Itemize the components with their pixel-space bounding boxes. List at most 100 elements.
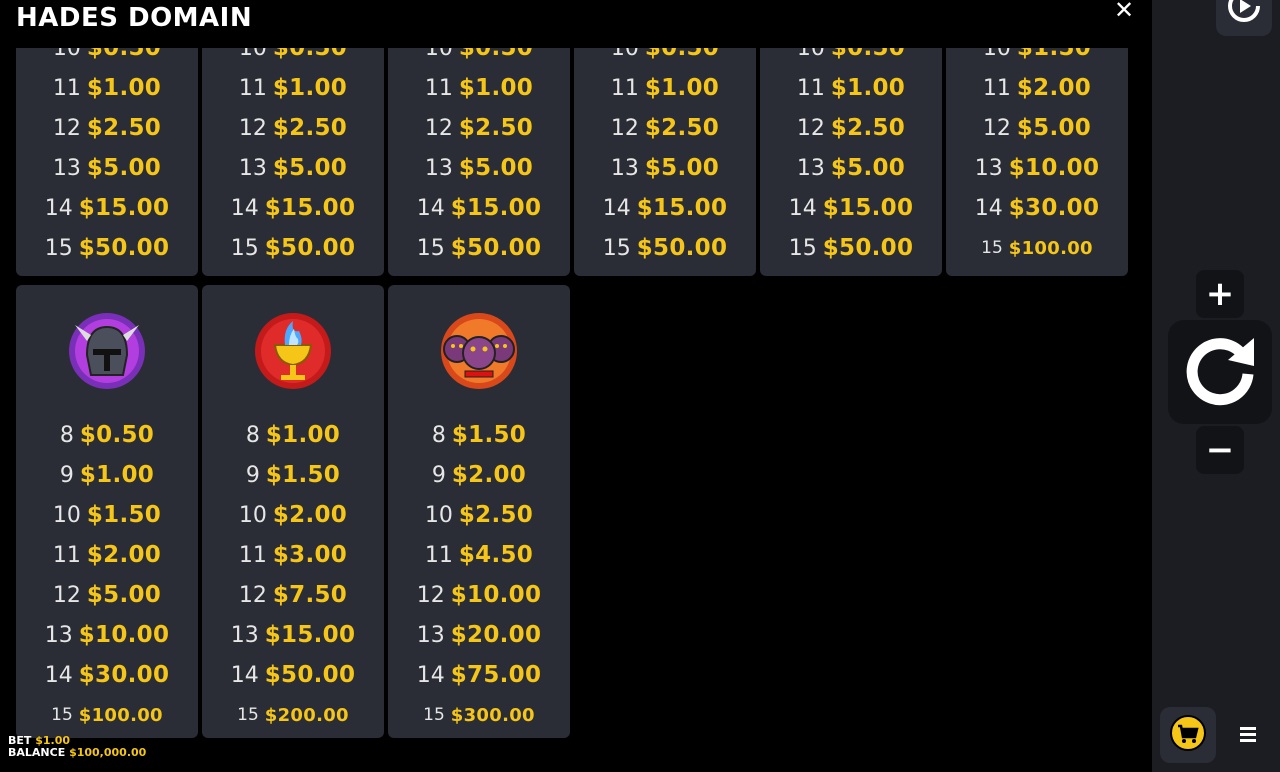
- symbol-count: 15: [602, 235, 631, 261]
- symbol-count: 14: [230, 195, 259, 221]
- symbol-count: 13: [230, 622, 259, 648]
- symbol-count: 15: [981, 238, 1003, 258]
- bet-info: BET $1.00 BALANCE $100,000.00: [8, 735, 146, 759]
- cart-icon: [1169, 714, 1207, 756]
- symbol-count: 12: [238, 582, 267, 608]
- payout-amount: $1.00: [86, 75, 162, 101]
- payout-row: 13 $5.00: [574, 148, 756, 188]
- payout-amount: $1.00: [644, 75, 720, 101]
- symbol-count: 11: [982, 75, 1011, 101]
- symbol-count: 11: [610, 75, 639, 101]
- symbol-count: 11: [52, 542, 81, 568]
- payout-amount: $0.50: [79, 422, 155, 448]
- payout-row: 12 $5.00: [16, 575, 198, 615]
- payout-amount: $2.00: [86, 542, 162, 568]
- payout-row: 8 $0.50: [16, 415, 198, 455]
- payout-amount: $50.00: [636, 235, 728, 261]
- payout-row: 9 $1.00: [16, 455, 198, 495]
- payout-amount: $2.50: [830, 115, 906, 141]
- paytable-card: 8 $1.00 9 $1.50 10 $2.00 11 $3.00 12 $7.50 13 $15.0…: [202, 285, 384, 738]
- payout-row: 13 $10.00: [946, 148, 1128, 188]
- symbol-count: 12: [610, 115, 639, 141]
- payout-amount: $15.00: [264, 622, 356, 648]
- paytable-card: 8 $0.50 9 $1.00 10 $1.50 11 $2.00 12 $5.00 13 $10.0…: [16, 285, 198, 738]
- payout-amount: $2.50: [458, 115, 534, 141]
- symbol-count: 12: [982, 115, 1011, 141]
- payout-row: 15 $200.00: [202, 695, 384, 735]
- payout-row: 14 $15.00: [16, 188, 198, 228]
- symbol-count: 15: [51, 705, 73, 725]
- payout-amount: $2.00: [1016, 75, 1092, 101]
- payout-amount: $50.00: [822, 235, 914, 261]
- payout-row: 9 $1.50: [202, 455, 384, 495]
- payout-amount: $5.00: [830, 155, 906, 181]
- symbol-count: 13: [52, 155, 81, 181]
- payout-amount: $50.00: [264, 662, 356, 688]
- payout-row: 11 $1.00: [388, 68, 570, 108]
- symbol-count: 11: [424, 75, 453, 101]
- minus-icon: −: [1205, 430, 1235, 470]
- payout-row: 13 $5.00: [202, 148, 384, 188]
- payout-amount: $50.00: [78, 235, 170, 261]
- payout-row: 11 $3.00: [202, 535, 384, 575]
- payout-amount: $75.00: [450, 662, 542, 688]
- helmet-icon: [67, 311, 147, 391]
- payout-row: 12 $5.00: [946, 108, 1128, 148]
- payout-amount: $5.00: [272, 155, 348, 181]
- symbol-count: 14: [788, 195, 817, 221]
- menu-button[interactable]: [1232, 720, 1264, 752]
- close-button[interactable]: ✕: [1110, 0, 1138, 24]
- symbol-count: 13: [796, 155, 825, 181]
- spin-button[interactable]: [1168, 320, 1272, 424]
- payout-row: 12 $2.50: [760, 108, 942, 148]
- payout-row: 11 $2.00: [16, 535, 198, 575]
- symbol-count: 12: [424, 115, 453, 141]
- symbol-count: 13: [238, 155, 267, 181]
- payout-amount: $5.00: [1016, 115, 1092, 141]
- symbol-count: 13: [44, 622, 73, 648]
- plus-icon: +: [1205, 274, 1235, 314]
- symbol-count: 14: [416, 662, 445, 688]
- payout-row: 12 $2.50: [574, 108, 756, 148]
- symbol-count: 13: [424, 155, 453, 181]
- payout-row: 13 $5.00: [16, 148, 198, 188]
- symbol-count: 11: [238, 542, 267, 568]
- autoplay-button[interactable]: [1216, 0, 1272, 36]
- payout-amount: $300.00: [450, 704, 535, 726]
- sidebar: + −: [1152, 0, 1280, 772]
- game-title: HADES DOMAIN: [16, 3, 253, 33]
- symbol-count: 12: [238, 115, 267, 141]
- buy-feature-button[interactable]: [1160, 707, 1216, 763]
- payout-row: 15 $50.00: [574, 228, 756, 268]
- payout-amount: $30.00: [1008, 195, 1100, 221]
- payout-row: 11 $1.00: [574, 68, 756, 108]
- payout-amount: $1.50: [86, 502, 162, 528]
- payout-amount: $2.50: [644, 115, 720, 141]
- payout-row: 12 $7.50: [202, 575, 384, 615]
- bet-increase-button[interactable]: +: [1196, 270, 1244, 318]
- symbol-count: 14: [602, 195, 631, 221]
- payout-amount: $5.00: [644, 155, 720, 181]
- symbol-count: 10: [238, 502, 267, 528]
- payout-amount: $1.00: [830, 75, 906, 101]
- bet-decrease-button[interactable]: −: [1196, 426, 1244, 474]
- symbol-count: 9: [431, 462, 446, 488]
- payout-row: 11 $1.00: [16, 68, 198, 108]
- symbol-count: 12: [52, 115, 81, 141]
- payout-amount: $2.00: [451, 462, 527, 488]
- payout-amount: $5.00: [86, 155, 162, 181]
- payout-amount: $50.00: [450, 235, 542, 261]
- payout-row: 14 $15.00: [202, 188, 384, 228]
- symbol-count: 12: [52, 582, 81, 608]
- balance-value: $100,000.00: [69, 746, 147, 759]
- payout-row: 11 $4.50: [388, 535, 570, 575]
- symbol-count: 12: [796, 115, 825, 141]
- symbol-count: 14: [44, 662, 73, 688]
- symbol-count: 8: [59, 422, 74, 448]
- payout-amount: $10.00: [1008, 155, 1100, 181]
- payout-row: 11 $1.00: [202, 68, 384, 108]
- symbol-count: 11: [424, 542, 453, 568]
- payout-amount: $50.00: [264, 235, 356, 261]
- payout-amount: $15.00: [450, 195, 542, 221]
- symbol-count: 10: [424, 502, 453, 528]
